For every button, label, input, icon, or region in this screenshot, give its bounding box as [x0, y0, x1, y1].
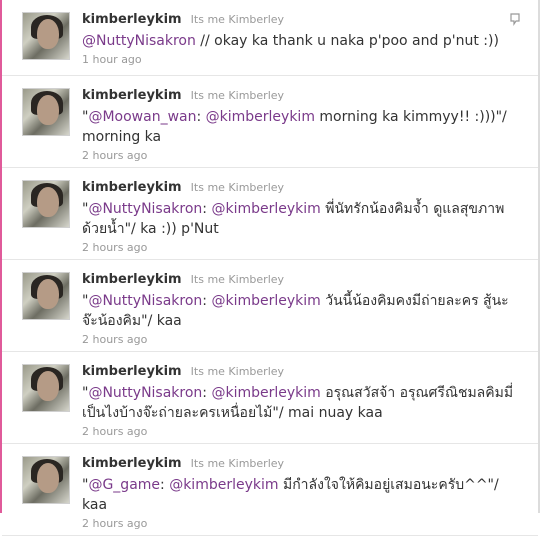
- mention-link[interactable]: @NuttyNisakron: [88, 385, 202, 401]
- username[interactable]: kimberleykim: [82, 456, 182, 471]
- mention-link[interactable]: @kimberleykim: [169, 477, 278, 493]
- tweet: kimberleykim Its me Kimberley "@NuttyNis…: [2, 168, 538, 260]
- avatar-face: [37, 463, 59, 493]
- tweet: kimberleykim Its me Kimberley "@G_game: …: [2, 444, 538, 536]
- tweet: kimberleykim Its me Kimberley "@NuttyNis…: [2, 260, 538, 352]
- tweet-meta: kimberleykim Its me Kimberley: [82, 177, 518, 197]
- mention-link[interactable]: @Moowan_wan: [88, 109, 196, 125]
- timeline: kimberleykim Its me Kimberley @NuttyNisa…: [2, 0, 538, 536]
- mention-link[interactable]: @kimberleykim: [211, 293, 320, 309]
- tweet-text-segment: :: [160, 477, 170, 493]
- tweet-meta: kimberleykim Its me Kimberley: [82, 361, 518, 381]
- tweet-body: kimberleykim Its me Kimberley @NuttyNisa…: [82, 9, 518, 68]
- timestamp[interactable]: 2 hours ago: [82, 240, 518, 256]
- avatar[interactable]: [22, 12, 70, 60]
- full-name: Its me Kimberley: [190, 365, 285, 378]
- full-name: Its me Kimberley: [190, 89, 285, 102]
- username[interactable]: kimberleykim: [82, 364, 182, 379]
- mention-link[interactable]: @kimberleykim: [211, 385, 320, 401]
- timestamp[interactable]: 2 hours ago: [82, 148, 518, 164]
- reply-icon[interactable]: [508, 12, 522, 26]
- tweet-body: kimberleykim Its me Kimberley "@NuttyNis…: [82, 361, 518, 440]
- username[interactable]: kimberleykim: [82, 88, 182, 103]
- tweet-body: kimberleykim Its me Kimberley "@G_game: …: [82, 453, 518, 532]
- avatar[interactable]: [22, 180, 70, 228]
- tweet-meta: kimberleykim Its me Kimberley: [82, 9, 518, 29]
- avatar[interactable]: [22, 364, 70, 412]
- tweet-text: @NuttyNisakron // okay ka thank u naka p…: [82, 31, 518, 51]
- tweet-meta: kimberleykim Its me Kimberley: [82, 269, 518, 289]
- tweet-text: "@NuttyNisakron: @kimberleykim อรุณสวัสจ…: [82, 383, 518, 423]
- tweet-text: "@NuttyNisakron: @kimberleykim วันนี้น้อ…: [82, 291, 518, 331]
- timestamp[interactable]: 2 hours ago: [82, 424, 518, 440]
- mention-link[interactable]: @kimberleykim: [206, 109, 315, 125]
- tweet-body: kimberleykim Its me Kimberley "@NuttyNis…: [82, 269, 518, 348]
- timestamp[interactable]: 1 hour ago: [82, 52, 518, 68]
- tweet: kimberleykim Its me Kimberley "@Moowan_w…: [2, 76, 538, 168]
- avatar-face: [37, 279, 59, 309]
- avatar-face: [37, 371, 59, 401]
- tweet-text: "@NuttyNisakron: @kimberleykim พี่นัทรัก…: [82, 199, 518, 239]
- tweet-text-segment: // okay ka thank u naka p'poo and p'nut …: [195, 33, 499, 49]
- tweet-body: kimberleykim Its me Kimberley "@Moowan_w…: [82, 85, 518, 164]
- reply-icon-shape: [510, 13, 520, 26]
- tweet-meta: kimberleykim Its me Kimberley: [82, 85, 518, 105]
- mention-link[interactable]: @NuttyNisakron: [82, 33, 196, 49]
- tweet-meta: kimberleykim Its me Kimberley: [82, 453, 518, 473]
- tweet: kimberleykim Its me Kimberley "@NuttyNis…: [2, 352, 538, 444]
- tweet: kimberleykim Its me Kimberley @NuttyNisa…: [2, 0, 538, 76]
- timestamp[interactable]: 2 hours ago: [82, 332, 518, 348]
- tweet-text: "@G_game: @kimberleykim มีกำลังใจให้คิมอ…: [82, 475, 518, 515]
- full-name: Its me Kimberley: [190, 457, 285, 470]
- full-name: Its me Kimberley: [190, 181, 285, 194]
- avatar[interactable]: [22, 88, 70, 136]
- mention-link[interactable]: @kimberleykim: [211, 201, 320, 217]
- avatar-face: [37, 19, 59, 49]
- mention-link[interactable]: @G_game: [88, 477, 160, 493]
- full-name: Its me Kimberley: [190, 273, 285, 286]
- tweet-body: kimberleykim Its me Kimberley "@NuttyNis…: [82, 177, 518, 256]
- full-name: Its me Kimberley: [190, 13, 285, 26]
- avatar-face: [37, 95, 59, 125]
- username[interactable]: kimberleykim: [82, 272, 182, 287]
- timestamp[interactable]: 2 hours ago: [82, 516, 518, 532]
- avatar[interactable]: [22, 272, 70, 320]
- username[interactable]: kimberleykim: [82, 12, 182, 27]
- tweet-text: "@Moowan_wan: @kimberleykim morning ka k…: [82, 107, 518, 147]
- avatar-face: [37, 187, 59, 217]
- mention-link[interactable]: @NuttyNisakron: [88, 201, 202, 217]
- tweet-text-segment: :: [196, 109, 206, 125]
- username[interactable]: kimberleykim: [82, 180, 182, 195]
- avatar[interactable]: [22, 456, 70, 504]
- mention-link[interactable]: @NuttyNisakron: [88, 293, 202, 309]
